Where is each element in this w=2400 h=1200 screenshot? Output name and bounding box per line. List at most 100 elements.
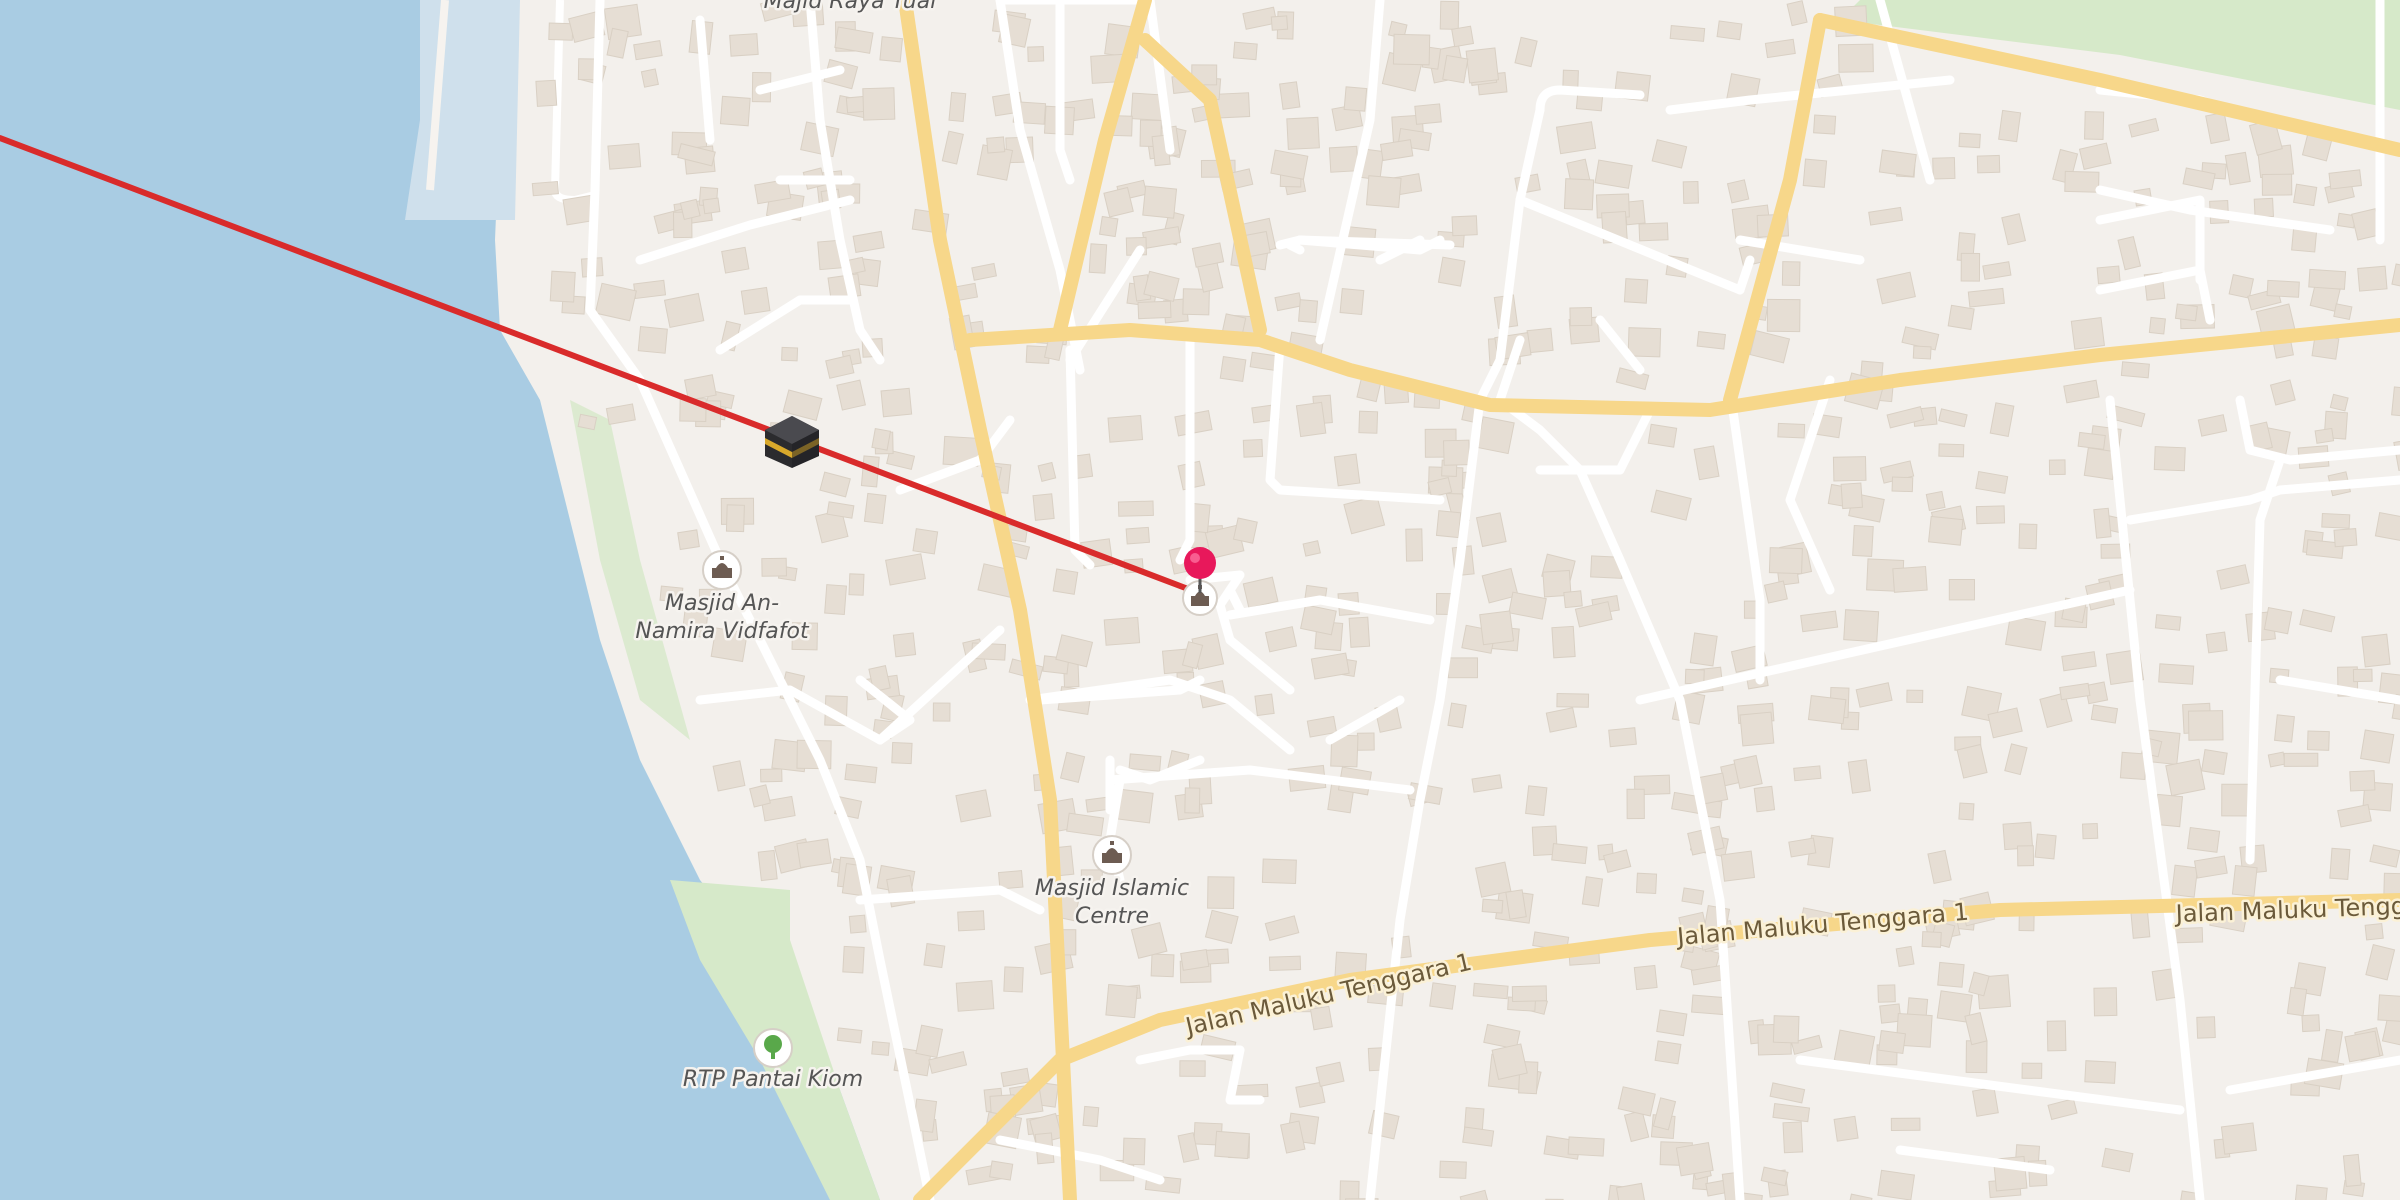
building [2314, 427, 2335, 444]
building [1975, 505, 2006, 525]
building [2220, 1122, 2257, 1155]
building [2293, 1184, 2328, 1200]
building [2070, 317, 2106, 350]
building [1772, 1015, 1800, 1044]
building [2081, 823, 2099, 840]
building [1219, 356, 1247, 383]
building [1270, 15, 1289, 31]
building [719, 95, 751, 127]
building [1339, 1180, 1360, 1200]
building [702, 197, 721, 215]
building [2084, 111, 2105, 140]
building [1623, 278, 1649, 304]
building [1214, 92, 1251, 119]
building [1476, 416, 1515, 455]
building [1279, 81, 1301, 110]
harbor-area [405, 0, 520, 220]
building [2119, 751, 2148, 781]
building [1439, 1160, 1467, 1179]
building [1128, 753, 1162, 772]
building [1608, 727, 1637, 748]
building [2344, 1030, 2381, 1063]
building [1302, 540, 1321, 557]
building [1037, 461, 1057, 482]
building [1998, 109, 2022, 143]
building [633, 279, 667, 300]
building [1439, 0, 1460, 30]
building [1563, 178, 1595, 211]
building [986, 136, 1006, 154]
building [845, 95, 866, 114]
building [1912, 345, 1932, 360]
building [1027, 46, 1045, 63]
building [1813, 114, 1837, 135]
building [871, 1041, 890, 1056]
building [1429, 982, 1457, 1010]
building [637, 326, 668, 354]
building [842, 945, 865, 974]
building [1782, 1121, 1804, 1154]
building [1214, 1130, 1250, 1160]
building [1594, 159, 1633, 189]
building [2360, 729, 2395, 764]
building [549, 270, 576, 303]
building [1182, 288, 1210, 316]
building [1098, 215, 1119, 238]
building [2273, 714, 2295, 743]
building [2361, 633, 2391, 668]
building [923, 943, 946, 969]
building [2263, 607, 2293, 635]
building [759, 768, 783, 783]
building [957, 910, 985, 932]
building [948, 91, 967, 123]
building [1088, 243, 1108, 274]
building [1763, 580, 1788, 604]
building [989, 1160, 1014, 1181]
building [2093, 987, 2118, 1017]
building [2333, 527, 2358, 548]
building [1682, 181, 1699, 204]
building [1103, 186, 1134, 218]
building [1551, 625, 1576, 659]
building [1777, 422, 1806, 439]
building [1633, 964, 1658, 991]
building [2187, 826, 2221, 853]
building [1107, 414, 1144, 443]
building [1180, 948, 1210, 971]
building [1843, 609, 1880, 643]
building [1563, 590, 1583, 609]
building [1720, 850, 1756, 882]
building [2048, 459, 2066, 476]
building [1122, 1137, 1146, 1166]
building [1179, 1060, 1206, 1077]
building [2349, 770, 2376, 792]
building [2201, 749, 2228, 775]
building [2034, 833, 2057, 860]
building [1833, 1115, 1859, 1142]
building [1927, 515, 1964, 546]
building [1669, 25, 1706, 42]
building [712, 760, 746, 792]
building [1960, 252, 1981, 282]
building [1232, 41, 1258, 61]
building [1627, 327, 1662, 358]
building [2174, 303, 2198, 322]
building [1405, 528, 1424, 562]
building [2286, 986, 2308, 1017]
building [2154, 614, 2182, 631]
building [955, 789, 992, 823]
building [1895, 945, 1915, 968]
building [1295, 401, 1327, 438]
building [2261, 173, 2293, 196]
building [2253, 197, 2274, 218]
building [677, 529, 700, 551]
building [2021, 1062, 2043, 1079]
mosque-icon [702, 550, 742, 590]
map-canvas[interactable]: Majid Raya Tual Jalan Maluku Tenggara 1 … [0, 0, 2400, 1200]
building [1451, 25, 1475, 48]
building [2329, 393, 2349, 412]
building [1958, 132, 1981, 149]
building [757, 849, 778, 882]
building [2093, 507, 2112, 539]
building [2266, 279, 2300, 298]
